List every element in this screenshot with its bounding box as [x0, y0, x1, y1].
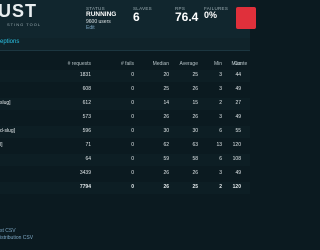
cell-fails: 0	[131, 128, 134, 134]
cell-max: 120	[232, 184, 241, 190]
row-name: l]	[0, 142, 3, 148]
cell-average: 26	[192, 114, 198, 120]
stop-button[interactable]	[236, 7, 256, 29]
col-min[interactable]: Min	[214, 61, 222, 67]
cell-min: 3	[219, 170, 222, 176]
cell-median: 25	[163, 86, 169, 92]
cell-requests: 596	[82, 128, 91, 134]
failures-box: FAILURES 0%	[204, 6, 228, 20]
row-name: d-slug]	[0, 128, 16, 134]
cell-requests: 7794	[79, 184, 91, 190]
cell-min: 3	[219, 86, 222, 92]
table-row: 64 0 59 58 6 108	[0, 154, 250, 166]
cell-requests: 608	[82, 86, 91, 92]
cell-max: 49	[235, 86, 241, 92]
cell-min: 3	[219, 114, 222, 120]
cell-median: 26	[163, 114, 169, 120]
table-row: 608 0 25 26 3 49	[0, 84, 250, 96]
cell-max: 120	[232, 142, 241, 148]
cell-fails: 0	[131, 86, 134, 92]
slaves-value: 6	[133, 10, 140, 24]
col-median[interactable]: Median	[153, 61, 169, 67]
cell-average: 58	[192, 156, 198, 162]
tab-bar: eptions	[0, 38, 250, 51]
cell-average: 30	[192, 128, 198, 134]
cell-average: 15	[192, 100, 198, 106]
header: UST STING TOOL STATUS RUNNING 9600 users…	[0, 0, 256, 38]
edit-link[interactable]: Edit	[86, 25, 116, 31]
cell-fails: 0	[131, 72, 134, 78]
cell-fails: 0	[131, 170, 134, 176]
cell-max: 44	[235, 72, 241, 78]
cell-min: 2	[219, 100, 222, 106]
table-row: 573 0 26 26 3 49	[0, 112, 250, 124]
table-row: 3439 0 26 26 3 49	[0, 168, 250, 180]
cell-max: 27	[235, 100, 241, 106]
download-distribution-csv-link[interactable]: istribution CSV	[0, 235, 33, 242]
cell-average: 26	[192, 86, 198, 92]
cell-fails: 0	[131, 184, 134, 190]
cell-median: 20	[163, 72, 169, 78]
cell-min: 13	[216, 142, 222, 148]
cell-median: 62	[163, 142, 169, 148]
cell-median: 26	[163, 170, 169, 176]
cell-fails: 0	[131, 100, 134, 106]
cell-median: 14	[163, 100, 169, 106]
cell-min: 6	[219, 128, 222, 134]
col-content[interactable]: Conte	[234, 61, 247, 67]
col-fails[interactable]: # fails	[121, 61, 134, 67]
cell-requests: 612	[82, 100, 91, 106]
table-row: l] 71 0 62 63 13 120	[0, 140, 250, 152]
cell-median: 59	[163, 156, 169, 162]
cell-requests: 71	[85, 142, 91, 148]
table-row: slug] 612 0 14 15 2 27	[0, 98, 250, 110]
app-logo-subtitle: STING TOOL	[7, 22, 42, 27]
cell-min: 3	[219, 72, 222, 78]
cell-max: 49	[235, 114, 241, 120]
cell-requests: 64	[85, 156, 91, 162]
cell-requests: 1831	[79, 72, 91, 78]
rps-box: RPS 76.4	[175, 6, 198, 24]
slaves-box: SLAVES 6	[133, 6, 152, 24]
cell-median: 26	[163, 184, 169, 190]
download-stats-csv-link[interactable]: st CSV	[0, 228, 33, 235]
cell-average: 63	[192, 142, 198, 148]
table-row: 1831 0 20 25 3 44	[0, 70, 250, 82]
table-row: d-slug] 596 0 30 30 6 55	[0, 126, 250, 138]
col-requests[interactable]: # requests	[68, 61, 91, 67]
cell-median: 30	[163, 128, 169, 134]
cell-fails: 0	[131, 156, 134, 162]
table-total-row: 7794 0 26 25 2 120	[0, 182, 250, 194]
failures-value: 0%	[204, 10, 218, 20]
rps-value: 76.4	[175, 10, 199, 24]
cell-fails: 0	[131, 142, 134, 148]
table-header: # requests # fails Median Average Min Ma…	[0, 59, 250, 68]
cell-average: 25	[192, 184, 198, 190]
cell-max: 108	[232, 156, 241, 162]
cell-min: 2	[219, 184, 222, 190]
cell-average: 26	[192, 170, 198, 176]
cell-requests: 3439	[79, 170, 91, 176]
cell-average: 25	[192, 72, 198, 78]
col-average[interactable]: Average	[179, 61, 198, 67]
row-name: slug]	[0, 100, 11, 106]
status-box: STATUS RUNNING 9600 users Edit	[86, 6, 116, 31]
cell-min: 6	[219, 156, 222, 162]
download-links: st CSV istribution CSV	[0, 228, 33, 242]
cell-max: 55	[235, 128, 241, 134]
tab-exceptions[interactable]: eptions	[0, 39, 19, 45]
cell-requests: 573	[82, 114, 91, 120]
app-logo: UST	[0, 1, 37, 21]
status-value: RUNNING	[86, 11, 117, 18]
cell-max: 49	[235, 170, 241, 176]
cell-fails: 0	[131, 114, 134, 120]
